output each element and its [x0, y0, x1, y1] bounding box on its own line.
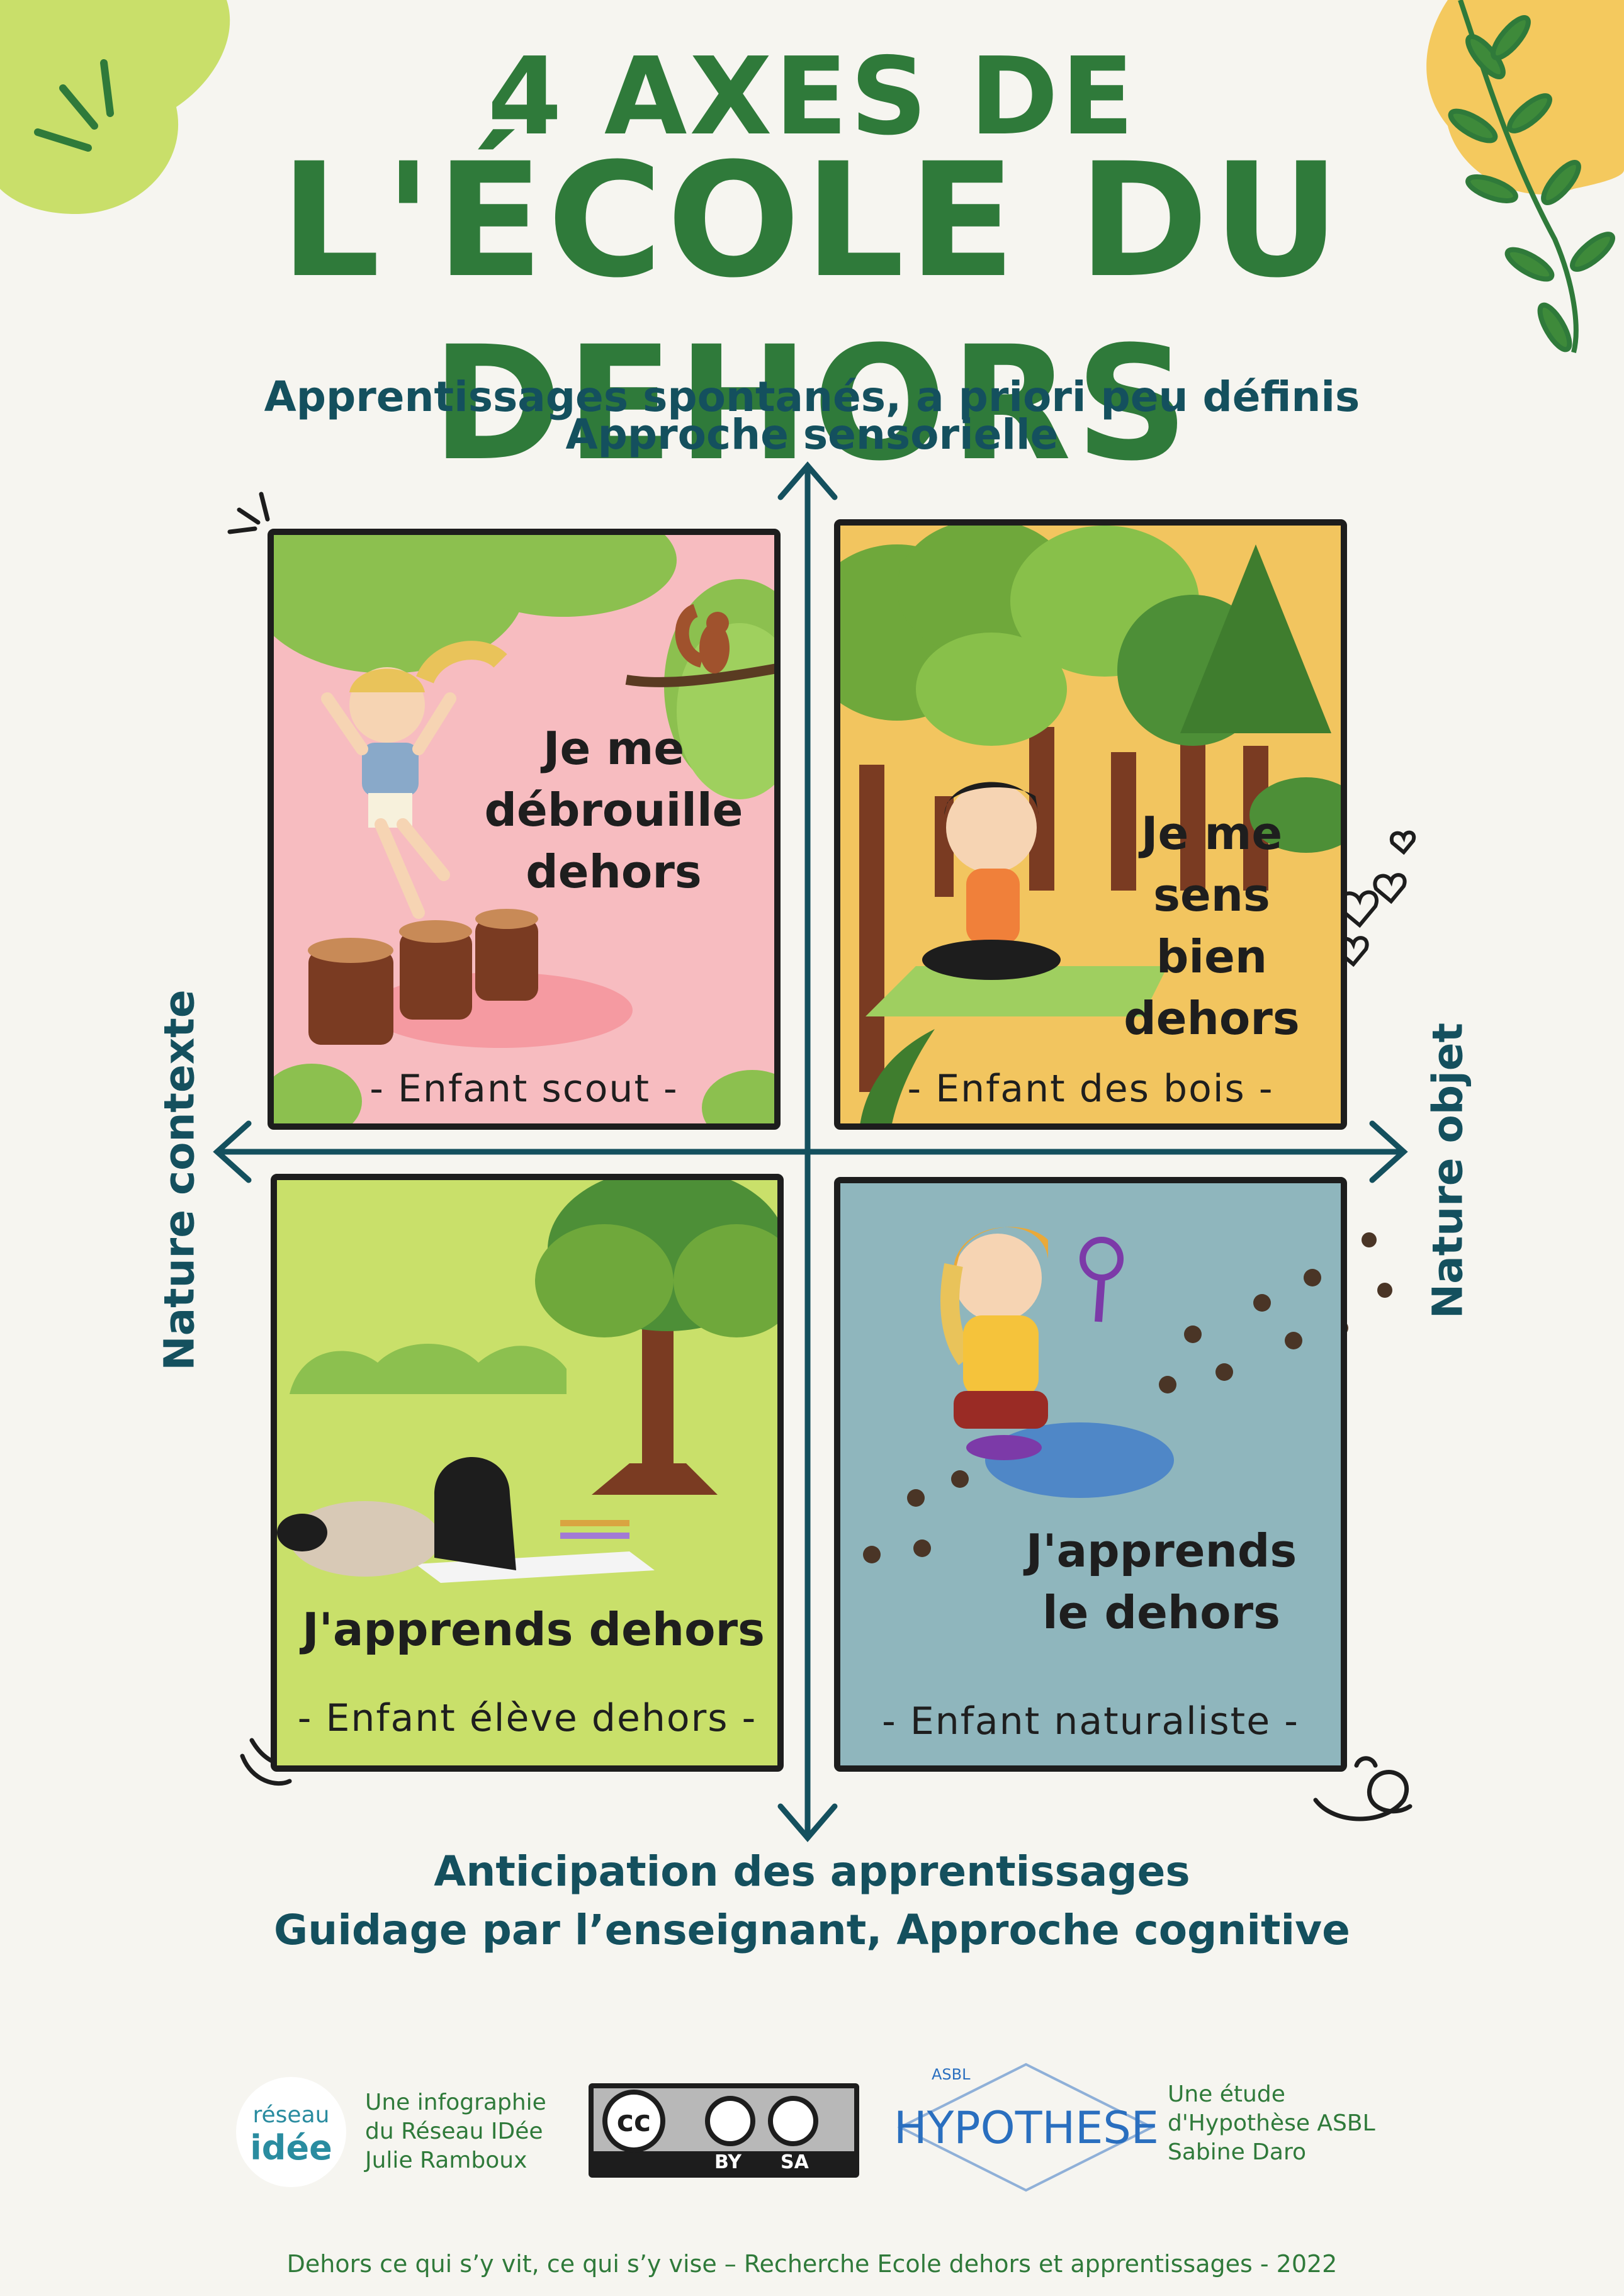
bottom-credit-line: Dehors ce qui s’y vit, ce qui s’y vise –…	[286, 2250, 1338, 2278]
cc-icon: cc	[602, 2090, 665, 2152]
quadrant-enfant-eleve-dehors: J'apprends dehors - Enfant élève dehors …	[271, 1174, 784, 1772]
credit-line: Une infographie	[365, 2090, 546, 2115]
paw-prints-icon	[863, 1269, 1321, 1563]
quadrant-enfant-naturaliste: J'apprends le dehors - Enfant naturalist…	[834, 1177, 1347, 1772]
credit-line: du Réseau IDée	[365, 2119, 543, 2144]
quadrant-3-phrase: J'apprends dehors	[277, 1599, 777, 1660]
credit-line: Julie Ramboux	[365, 2147, 527, 2173]
hypothese-credit: Une étude d'Hypothèse ASBL Sabine Daro	[1168, 2080, 1375, 2167]
sa-label: SA	[781, 2151, 809, 2173]
girl-drawing-icon	[277, 1457, 655, 1583]
reseau-credit: Une infographie du Réseau IDée Julie Ram…	[365, 2088, 546, 2175]
phrase-line: sens	[1153, 869, 1270, 921]
phrase-line: J'apprends dehors	[302, 1603, 765, 1656]
hypothese-asbl-small: ASBL	[932, 2066, 971, 2083]
axis-bottom-line-1: Anticipation des apprentissages	[434, 1847, 1190, 1896]
axis-top-line-2: Approche sensorielle	[565, 410, 1059, 459]
credit-line: Une étude	[1168, 2081, 1285, 2107]
phrase-line: Je me	[543, 722, 685, 775]
quadrant-enfant-scout: Je me débrouille dehors - Enfant scout -	[268, 529, 781, 1130]
student-illustration	[277, 1180, 777, 1583]
hypothese-logo-text: HYPOTHESE	[894, 2102, 1159, 2154]
hearts-icon	[1335, 830, 1416, 967]
axis-left-label: Nature contexte	[155, 989, 204, 1371]
phrase-line: débrouille	[484, 784, 743, 836]
reseau-logo-text: réseau	[252, 2102, 330, 2128]
phrase-line: le dehors	[1042, 1586, 1281, 1639]
phrase-line: dehors	[526, 845, 702, 898]
naturalist-illustration	[863, 1227, 1321, 1563]
by-label: BY	[714, 2151, 742, 2173]
quadrant-3-caption: - Enfant élève dehors -	[297, 1696, 757, 1740]
share-alike-icon	[768, 2096, 818, 2146]
axis-bottom-line-2: Guidage par l’enseignant, Approche cogni…	[274, 1906, 1350, 1954]
phrase-line: dehors	[1124, 992, 1300, 1045]
quadrant-4-phrase: J'apprends le dehors	[985, 1520, 1338, 1643]
quadrant-2-phrase: Je me sens bien dehors	[1092, 802, 1331, 1049]
phrase-line: bien	[1156, 930, 1268, 983]
quadrant-1-phrase: Je me débrouille dehors	[463, 718, 765, 903]
axis-right-label: Nature objet	[1423, 1022, 1472, 1319]
idee-logo-text: idée	[250, 2128, 332, 2168]
reseau-idee-logo: réseau idée	[236, 2077, 346, 2187]
quadrant-2-caption: - Enfant des bois -	[907, 1067, 1274, 1111]
credit-line: d'Hypothèse ASBL	[1168, 2110, 1375, 2136]
phrase-line: Je me	[1141, 807, 1283, 860]
quadrant-4-caption: - Enfant naturaliste -	[882, 1699, 1299, 1743]
cc-license-badge: cc BY SA	[589, 2083, 859, 2178]
quadrant-1-caption: - Enfant scout -	[369, 1067, 679, 1111]
quadrant-enfant-des-bois: Je me sens bien dehors - Enfant des bois…	[834, 519, 1347, 1130]
phrase-line: J'apprends	[1025, 1524, 1297, 1577]
attribution-icon	[705, 2096, 755, 2146]
credit-line: Sabine Daro	[1168, 2139, 1306, 2165]
